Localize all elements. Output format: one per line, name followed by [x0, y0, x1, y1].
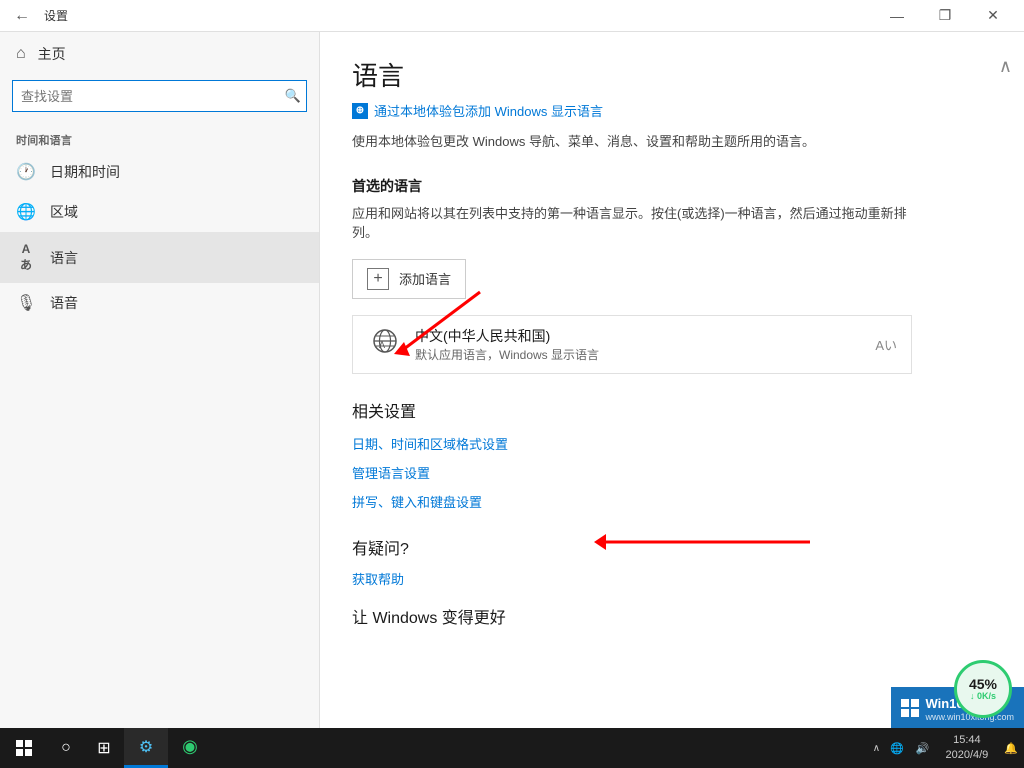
language-item-chinese[interactable]: A 中文(中华人民共和国) 默认应用语言，Windows 显示语言 Aい — [352, 315, 912, 374]
clock-date: 2020/4/9 — [945, 748, 988, 763]
title-bar: ← 设置 — ❐ ✕ — [0, 0, 1024, 32]
taskbar-tray: ∧ 🌐 🔊 15:44 2020/4/9 🔔 — [869, 728, 1024, 768]
clock-area[interactable]: 15:44 2020/4/9 — [935, 728, 998, 768]
task-view-icon: ⊞ — [97, 738, 110, 758]
win-logo-small — [901, 699, 919, 717]
language-globe-icon: A — [367, 327, 403, 361]
content-area: ∧ 语言 ⊕ 通过本地体验包添加 Windows 显示语言 使用本地体验包更改 … — [320, 32, 1024, 728]
tray-chevron[interactable]: ∧ — [869, 728, 884, 768]
settings-app-icon: ⚙ — [139, 737, 153, 757]
preferred-section-desc: 应用和网站将以其在列表中支持的第一种语言显示。按住(或选择)一种语言，然后通过拖… — [352, 204, 932, 243]
taskbar: ○ ⊞ ⚙ ◉ ∧ 🌐 🔊 15:44 2020/4/9 🔔 — [0, 728, 1024, 768]
taskbar-search-button[interactable]: ○ — [48, 728, 84, 768]
related-link-spelling-keyboard[interactable]: 拼写、键入和键盘设置 — [352, 492, 992, 511]
page-title: 语言 — [352, 56, 992, 93]
lang-az-icon: Aい — [875, 335, 897, 354]
close-button[interactable]: ✕ — [970, 0, 1016, 32]
sidebar-home[interactable]: ⌂ 主页 — [0, 32, 319, 76]
start-button[interactable] — [0, 728, 48, 768]
add-windows-display-link[interactable]: ⊕ 通过本地体验包添加 Windows 显示语言 — [352, 101, 992, 120]
preferred-section-title: 首选的语言 — [352, 176, 992, 196]
notification-icon[interactable]: 🔔 — [998, 728, 1024, 768]
svg-text:A: A — [379, 340, 385, 350]
network-icon: 🌐 — [890, 742, 904, 755]
plus-icon: + — [367, 268, 389, 290]
language-name: 中文(中华人民共和国) — [415, 326, 863, 346]
speech-icon: 🎙 — [16, 293, 36, 313]
language-description: 使用本地体验包更改 Windows 导航、菜单、消息、设置和帮助主题所用的语言。 — [352, 132, 932, 152]
related-link-manage-language[interactable]: 管理语言设置 — [352, 463, 992, 482]
sidebar-item-datetime[interactable]: 🕐 日期和时间 — [0, 152, 319, 192]
add-windows-display-text: 通过本地体验包添加 Windows 显示语言 — [374, 101, 603, 120]
sidebar-item-speech[interactable]: 🎙 语音 — [0, 283, 319, 323]
notification-bell: 🔔 — [1004, 742, 1018, 755]
scroll-up-button[interactable]: ∧ — [999, 56, 1012, 77]
taskbar-app-browser[interactable]: ◉ — [168, 728, 212, 768]
region-icon: 🌐 — [16, 202, 36, 222]
datetime-icon: 🕐 — [16, 162, 36, 182]
speech-label: 语音 — [50, 293, 78, 313]
help-title: 有疑问? — [352, 535, 992, 559]
sidebar-item-language[interactable]: Aあ 语言 — [0, 232, 319, 283]
improve-title: 让 Windows 变得更好 — [352, 604, 992, 628]
minimize-button[interactable]: — — [874, 0, 920, 32]
settings-window: ← 设置 — ❐ ✕ ⌂ 主页 🔍 时间和语言 � — [0, 0, 1024, 728]
title-bar-left: ← 设置 — [8, 2, 874, 30]
start-icon — [16, 740, 32, 756]
home-icon: ⌂ — [16, 45, 26, 63]
browser-app-icon: ◉ — [182, 736, 198, 757]
language-icon: Aあ — [16, 242, 36, 273]
related-link-datetime-format[interactable]: 日期、时间和区域格式设置 — [352, 434, 992, 453]
home-label: 主页 — [38, 44, 66, 64]
section-label: 时间和语言 — [0, 124, 319, 152]
tray-network-icon[interactable]: 🌐 — [884, 728, 910, 768]
datetime-label: 日期和时间 — [50, 162, 120, 182]
language-info: 中文(中华人民共和国) 默认应用语言，Windows 显示语言 — [415, 326, 863, 363]
language-desc: 默认应用语言，Windows 显示语言 — [415, 346, 863, 363]
window-controls: — ❐ ✕ — [874, 0, 1016, 32]
get-help-link[interactable]: 获取帮助 — [352, 569, 992, 588]
sidebar: ⌂ 主页 🔍 时间和语言 🕐 日期和时间 🌐 区域 Aあ 语言 — [0, 32, 320, 728]
related-settings-title: 相关设置 — [352, 398, 992, 422]
search-icon-button[interactable]: 🔍 — [285, 88, 301, 104]
back-button[interactable]: ← — [8, 2, 36, 30]
restore-button[interactable]: ❐ — [922, 0, 968, 32]
taskbar-search-icon: ○ — [61, 739, 71, 757]
search-input[interactable] — [12, 80, 307, 112]
language-label: 语言 — [50, 248, 78, 268]
speed-percent: 45% — [969, 677, 997, 691]
window-title: 设置 — [44, 7, 68, 24]
sidebar-item-region[interactable]: 🌐 区域 — [0, 192, 319, 232]
main-content: ⌂ 主页 🔍 时间和语言 🕐 日期和时间 🌐 区域 Aあ 语言 — [0, 32, 1024, 728]
tray-volume-icon[interactable]: 🔊 — [910, 728, 936, 768]
clock-time: 15:44 — [953, 733, 981, 748]
search-box: 🔍 — [12, 80, 307, 112]
speed-rate: ↓ 0K/s — [970, 691, 996, 702]
add-language-button[interactable]: + 添加语言 — [352, 259, 466, 299]
speed-meter: 45% ↓ 0K/s — [954, 660, 1012, 718]
task-view-button[interactable]: ⊞ — [84, 728, 124, 768]
region-label: 区域 — [50, 202, 78, 222]
taskbar-app-settings[interactable]: ⚙ — [124, 728, 168, 768]
add-language-label: 添加语言 — [399, 269, 451, 288]
volume-icon: 🔊 — [916, 742, 930, 755]
link-icon: ⊕ — [352, 103, 368, 119]
